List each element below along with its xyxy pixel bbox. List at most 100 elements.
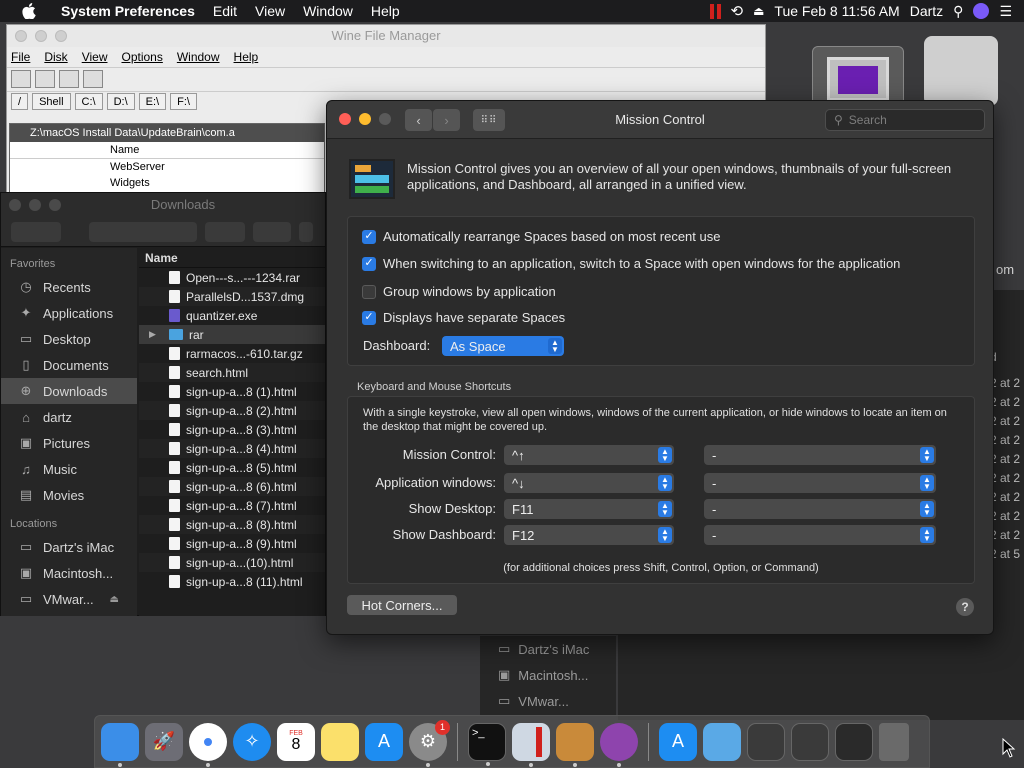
help-button[interactable]: ? [956,598,974,616]
file-row[interactable]: sign-up-a...8 (9).html [139,534,325,553]
file-row[interactable]: sign-up-a...8 (7).html [139,496,325,515]
mission-control-mouse-select[interactable]: - ▲ ▼ [704,445,936,465]
menu-view[interactable]: View [246,3,294,19]
window-title-bar[interactable]: Wine File Manager [7,25,765,47]
app-store-icon[interactable]: A [365,722,403,761]
sidebar-item-imac[interactable]: ▭ Dartz's iMac [1,534,137,560]
toolbar-button[interactable] [59,70,79,88]
parallels-app-icon[interactable] [512,722,550,767]
sidebar-item-pictures[interactable]: ▣ Pictures [1,430,137,456]
option-separate-spaces[interactable]: ✓ Displays have separate Spaces [362,310,565,325]
menu-view[interactable]: View [82,47,108,67]
window-thumbnail-icon[interactable] [747,722,785,761]
desktop-app-icon[interactable] [812,46,904,108]
menu-app-name[interactable]: System Preferences [52,3,204,19]
location-item[interactable]: ▭ VMwar... [480,688,616,714]
time-machine-icon[interactable]: ⟲ [731,2,744,20]
action-button[interactable] [253,221,291,242]
back-forward-button[interactable] [11,221,61,242]
menu-file[interactable]: File [11,47,30,67]
menu-window[interactable]: Window [294,3,362,19]
file-row[interactable]: sign-up-a...8 (1).html [139,382,325,401]
safari-icon[interactable]: ✧ [233,722,271,761]
checkbox[interactable]: ✓ [362,229,376,244]
menu-help[interactable]: Help [234,47,259,67]
finder-title-bar[interactable]: Downloads [1,193,325,217]
archive-utility-icon[interactable] [556,722,594,767]
option-switch-space[interactable]: ✓ When switching to an application, switc… [362,256,900,271]
drive-button[interactable]: Shell [32,93,71,110]
group-button[interactable] [205,221,245,242]
checkbox[interactable] [362,284,376,299]
share-button[interactable] [299,221,313,242]
file-row[interactable]: sign-up-a...8 (3).html [139,420,325,439]
minimize-button[interactable] [35,30,47,42]
search-field[interactable]: ⚲ Search [825,109,985,131]
tree-item[interactable]: Widgets [10,175,324,191]
hard-drive-icon[interactable] [924,36,998,106]
app-windows-key-select[interactable]: ^↓ ▲ ▼ [504,473,674,493]
file-row[interactable]: rarmacos...-610.tar.gz [139,344,325,363]
dashboard-select[interactable]: As Space ▲ ▼ [442,336,564,356]
close-button[interactable] [9,199,21,211]
launchpad-icon[interactable]: 🚀 [145,722,183,761]
checkbox[interactable]: ✓ [362,256,376,271]
mc-title-bar[interactable]: ‹ › ⠿⠿ Mission Control ⚲ Search [327,101,993,139]
file-row[interactable]: sign-up-a...8 (11).html [139,572,325,591]
minimize-button[interactable] [29,199,41,211]
app-store-folder-icon[interactable]: A [659,722,697,761]
sidebar-item-downloads[interactable]: ⊕ Downloads [1,378,137,404]
show-dashboard-key-select[interactable]: F12 ▲ ▼ [504,525,674,545]
eject-icon[interactable]: ⏏ [753,4,764,18]
wine-icon[interactable] [600,722,638,767]
location-item[interactable]: ▣ Macintosh... [480,662,616,688]
file-row[interactable]: sign-up-a...8 (6).html [139,477,325,496]
trash-icon[interactable] [879,722,909,761]
menu-disk[interactable]: Disk [44,47,67,67]
disclosure-triangle-icon[interactable]: ▶ [149,329,163,340]
chrome-icon[interactable] [189,722,227,767]
file-row[interactable]: sign-up-a...8 (5).html [139,458,325,477]
notification-center-icon[interactable]: ☰ [999,3,1012,20]
show-desktop-mouse-select[interactable]: - ▲ ▼ [704,499,936,519]
hot-corners-button[interactable]: Hot Corners... [347,595,457,615]
apple-icon[interactable] [20,3,38,19]
user-name[interactable]: Dartz [910,3,943,19]
column-header[interactable]: Name [10,142,324,159]
clock-text[interactable]: Tue Feb 8 11:56 AM [774,3,899,19]
app-windows-mouse-select[interactable]: - ▲ ▼ [704,473,936,493]
file-row[interactable]: search.html [139,363,325,382]
file-row[interactable]: Open---s...---1234.rar [139,268,325,287]
toolbar-button[interactable] [11,70,31,88]
file-row[interactable]: ▶ rar [139,325,325,344]
option-rearrange-spaces[interactable]: ✓ Automatically rearrange Spaces based on… [362,229,720,244]
file-row[interactable]: sign-up-a...8 (4).html [139,439,325,458]
sidebar-item-dartz[interactable]: ⌂ dartz [1,404,137,430]
system-preferences-icon[interactable]: ⚙ 1 [409,719,450,767]
menu-options[interactable]: Options [121,47,162,67]
folder-icon[interactable] [703,722,741,761]
close-button[interactable] [15,30,27,42]
mission-control-key-select[interactable]: ^↑ ▲ ▼ [504,445,674,465]
toolbar-button[interactable] [83,70,103,88]
show-dashboard-mouse-select[interactable]: - ▲ ▼ [704,525,936,545]
spotlight-icon[interactable]: ⚲ [953,3,963,20]
location-item[interactable]: ▭ Dartz's iMac [480,636,616,662]
menu-help[interactable]: Help [362,3,409,19]
show-desktop-key-select[interactable]: F11 ▲ ▼ [504,499,674,519]
calendar-icon[interactable]: FEB 8 [277,722,315,761]
sidebar-item-desktop[interactable]: ▭ Desktop [1,326,137,352]
sidebar-item-movies[interactable]: ▤ Movies [1,482,137,508]
finder-icon[interactable] [101,722,139,767]
zoom-button[interactable] [55,30,67,42]
parallels-icon[interactable] [709,3,721,19]
terminal-icon[interactable]: >_ [468,722,506,766]
name-column-header[interactable]: Name [139,248,325,268]
sidebar-item-music[interactable]: ♫ Music [1,456,137,482]
sidebar-item-documents[interactable]: ▯ Documents [1,352,137,378]
drive-button[interactable]: D:\ [106,93,135,110]
zoom-button[interactable] [49,199,61,211]
tree-item[interactable]: WebServer [10,159,324,175]
toolbar-button[interactable] [35,70,55,88]
window-thumbnail-icon[interactable] [791,722,829,761]
